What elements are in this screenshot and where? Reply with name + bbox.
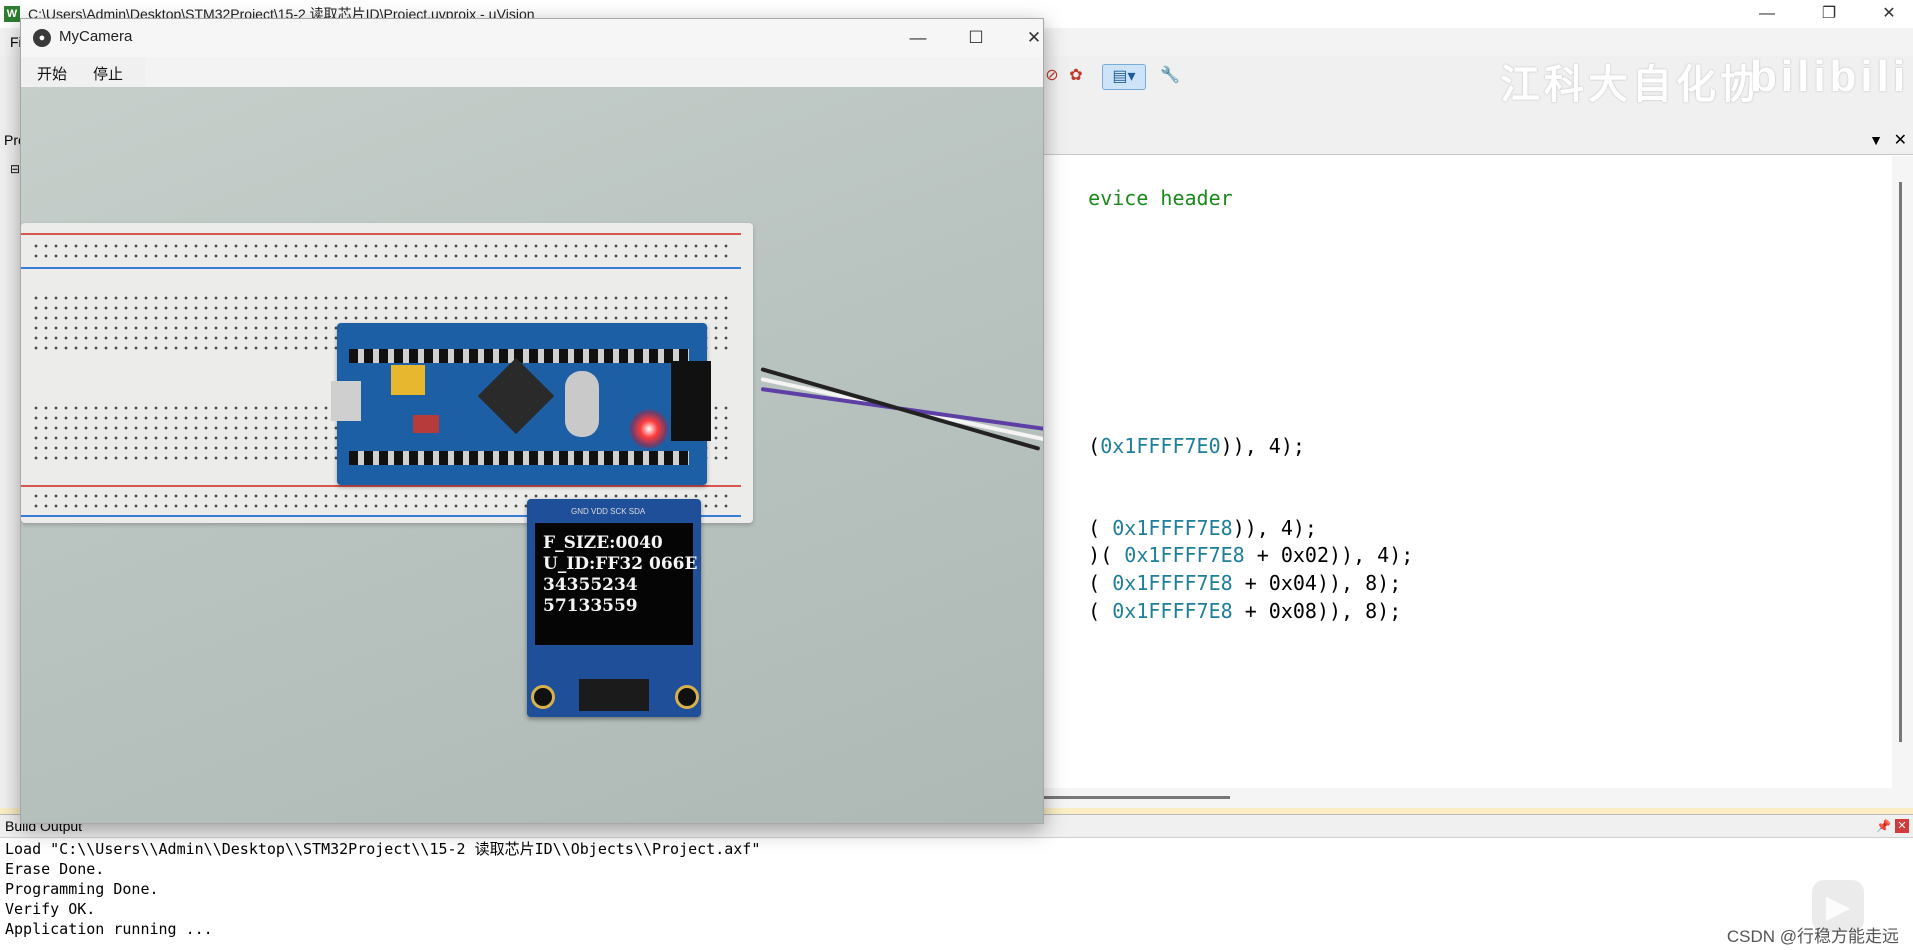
mcu-chip xyxy=(477,357,555,435)
oled-uid-line2: 34355234 xyxy=(543,575,638,595)
camera-feed: GND VDD SCK SDA F_SIZE:0040 U_ID:FF32 06… xyxy=(21,87,1043,823)
build-output-log: Load "C:\\Users\\Admin\\Desktop\\STM32Pr… xyxy=(5,839,760,939)
breadboard-holes xyxy=(31,241,731,263)
start-button[interactable]: 开始 xyxy=(37,63,67,84)
camera-app-icon: ● xyxy=(33,29,51,47)
scrollbar-thumb[interactable] xyxy=(1040,796,1230,799)
mycamera-title: MyCamera xyxy=(59,28,133,45)
bilibili-logo: bilibili xyxy=(1750,52,1910,101)
jumper xyxy=(391,365,425,395)
oled-uid-line3: 57133559 xyxy=(543,596,638,616)
oled-module-photo: GND VDD SCK SDA F_SIZE:0040 U_ID:FF32 06… xyxy=(527,499,701,717)
tree-collapse-icon[interactable]: ⊟ xyxy=(10,162,20,176)
scrollbar-thumb[interactable] xyxy=(1899,182,1902,742)
build-output-close-icon[interactable]: ✕ xyxy=(1895,819,1909,833)
crystal xyxy=(565,371,599,437)
mount-hole xyxy=(531,685,555,709)
oled-pin-labels: GND VDD SCK SDA xyxy=(571,507,646,516)
usb-port xyxy=(331,381,361,421)
log-line: Erase Done. xyxy=(5,860,105,878)
editor-horizontal-scrollbar[interactable] xyxy=(1040,788,1913,808)
code-line: evice header xyxy=(1088,186,1233,210)
stm32-board-photo xyxy=(331,323,711,485)
oled-flash-size: F_SIZE:0040 xyxy=(543,533,663,553)
breadboard-red-rail xyxy=(21,485,741,487)
mycamera-toolbar: 开始 停止 xyxy=(21,57,145,87)
pin-connector xyxy=(671,361,711,441)
build-output-panel: Build Output 📌 ✕ Load "C:\\Users\\Admin\… xyxy=(0,814,1913,950)
code-editor[interactable]: evice header (0x1FFFF7E0)), 4); ( 0x1FFF… xyxy=(1040,156,1892,788)
close-icon[interactable]: ✕ xyxy=(1866,0,1912,28)
maximize-icon[interactable]: ☐ xyxy=(953,23,999,53)
header-pins xyxy=(349,451,689,465)
close-icon[interactable]: ✕ xyxy=(1011,23,1057,53)
pin-icon[interactable]: 📌 xyxy=(1876,815,1891,837)
log-line: Verify OK. xyxy=(5,900,96,918)
log-line: Application running ... xyxy=(5,920,213,938)
window-layout-icon[interactable]: ▤▾ xyxy=(1102,64,1146,90)
minimize-icon[interactable]: — xyxy=(1744,0,1790,28)
log-line: Load "C:\\Users\\Admin\\Desktop\\STM32Pr… xyxy=(5,840,761,858)
oled-flex-cable xyxy=(579,679,649,711)
csdn-watermark: CSDN @行稳方能走远 xyxy=(1726,927,1899,946)
video-watermark: 江科大自化协 bilibili xyxy=(1500,52,1905,107)
log-line: Programming Done. xyxy=(5,880,159,898)
breadboard-blue-rail xyxy=(21,267,741,269)
oled-screen: F_SIZE:0040 U_ID:FF32 066E 34355234 5713… xyxy=(535,523,697,645)
editor-vertical-scrollbar[interactable] xyxy=(1892,156,1913,788)
black-wire xyxy=(760,367,1041,451)
watermark-text: 江科大自化协 xyxy=(1500,63,1764,107)
uvision-app-icon: W xyxy=(4,6,20,22)
tab-list-dropdown-icon[interactable]: ▼ xyxy=(1869,132,1883,148)
mycamera-titlebar: ● MyCamera — ☐ ✕ xyxy=(21,19,1043,57)
wrench-icon[interactable]: 🔧 xyxy=(1158,64,1182,88)
code-line: (0x1FFFF7E0)), 4); xyxy=(1088,434,1305,458)
oled-uid-line1: U_ID:FF32 066E xyxy=(543,554,698,574)
mycamera-window: ● MyCamera — ☐ ✕ 开始 停止 GND VDD SCK SDA F… xyxy=(20,18,1044,824)
reset-button-photo xyxy=(413,415,439,433)
minimize-icon[interactable]: — xyxy=(895,23,941,53)
breakpoint-icon[interactable]: ✿ xyxy=(1064,64,1088,88)
mount-hole xyxy=(675,685,699,709)
breadboard-red-rail xyxy=(21,233,741,235)
stop-button[interactable]: 停止 xyxy=(93,63,123,84)
code-line: ( 0x1FFFF7E8 + 0x08)), 8); xyxy=(1088,599,1402,623)
red-led xyxy=(629,409,669,449)
restore-icon[interactable]: ❐ xyxy=(1806,0,1852,28)
editor-close-icon[interactable]: ✕ xyxy=(1894,130,1907,150)
